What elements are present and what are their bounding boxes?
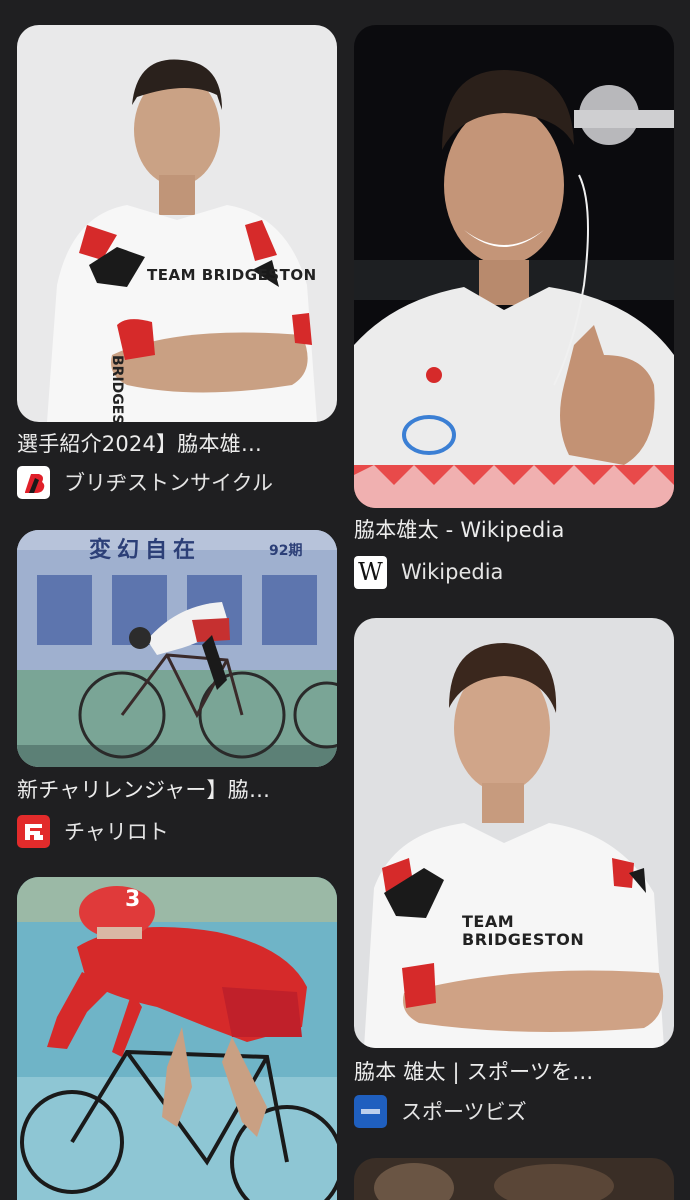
result-title[interactable]: 新チャリレンジャー】脇…	[17, 776, 337, 804]
result-title[interactable]: 脇本雄太 - Wikipedia	[354, 516, 674, 544]
result-source[interactable]: ブリヂストンサイクル	[17, 465, 337, 499]
image-results-page: BRIDGESTONE TEAM BRIDGESTON 選手紹介2024】脇本雄…	[0, 0, 690, 1200]
banner-text: 変幻自在	[89, 538, 202, 563]
result-thumbnail[interactable]: BRIDGESTONE TEAM BRIDGESTON	[17, 25, 337, 422]
banner-sub: 92期	[269, 543, 303, 559]
svg-text:BRIDGESTONE: BRIDGESTONE	[109, 355, 125, 422]
helmet-number: 3	[125, 887, 141, 912]
result-thumbnail[interactable]: 変幻自在 92期	[17, 530, 337, 767]
result-source[interactable]: チャリロト	[17, 814, 337, 848]
jersey-text: TEAM BRIDGESTON	[462, 912, 585, 949]
source-name: Wikipedia	[401, 560, 504, 584]
bridgestone-logo-icon	[17, 465, 50, 499]
jersey-text: TEAM BRIDGESTON	[147, 266, 317, 284]
result-thumbnail[interactable]	[354, 25, 674, 508]
result-thumbnail[interactable]: 3	[17, 877, 337, 1200]
result-thumbnail[interactable]: TEAM BRIDGESTON	[354, 618, 674, 1048]
result-source[interactable]: スポーツビズ	[354, 1094, 674, 1128]
result-title[interactable]: 脇本 雄太 | スポーツを…	[354, 1058, 674, 1086]
result-thumbnail[interactable]	[354, 1158, 674, 1200]
result-source[interactable]: W Wikipedia	[354, 555, 674, 589]
chariloto-logo-icon	[17, 814, 50, 848]
source-name: ブリヂストンサイクル	[64, 471, 273, 495]
result-title[interactable]: 選手紹介2024】脇本雄…	[17, 430, 337, 458]
source-name: スポーツビズ	[401, 1100, 527, 1124]
sportsbiz-logo-icon	[354, 1094, 387, 1128]
wikipedia-logo-icon: W	[354, 555, 387, 589]
source-name: チャリロト	[64, 820, 169, 844]
